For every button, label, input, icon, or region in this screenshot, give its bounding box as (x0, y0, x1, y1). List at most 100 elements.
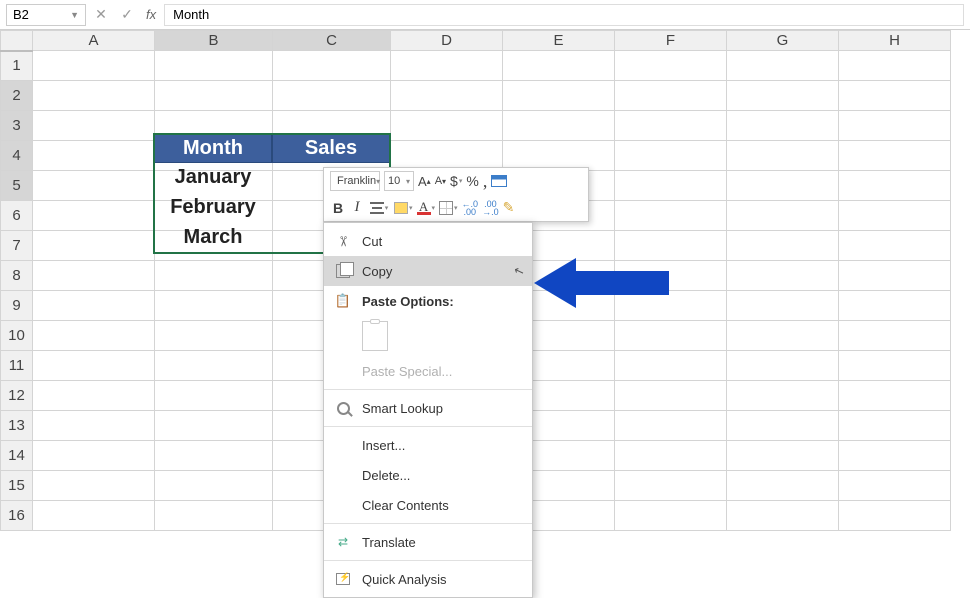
cell[interactable] (615, 81, 727, 111)
cell[interactable] (615, 381, 727, 411)
fx-icon[interactable]: fx (146, 7, 156, 22)
borders-button[interactable]: ▾ (439, 198, 458, 218)
cell[interactable] (33, 141, 155, 171)
cell[interactable] (839, 291, 951, 321)
cell[interactable] (615, 351, 727, 381)
formula-input[interactable]: Month (164, 4, 964, 26)
cell[interactable] (33, 81, 155, 111)
cell[interactable] (839, 381, 951, 411)
cell[interactable] (727, 381, 839, 411)
cell[interactable] (839, 81, 951, 111)
row-head-1[interactable]: 1 (1, 51, 33, 81)
cell[interactable] (503, 111, 615, 141)
cell[interactable] (33, 171, 155, 201)
table-cell-month-1[interactable]: January (154, 163, 272, 192)
menu-item-quick-analysis[interactable]: Quick Analysis (324, 564, 532, 594)
format-painter-button[interactable]: ✎ (503, 198, 515, 218)
col-head-g[interactable]: G (727, 31, 839, 51)
cell[interactable] (155, 471, 273, 501)
cell[interactable] (839, 321, 951, 351)
menu-item-translate[interactable]: ⇄ Translate (324, 527, 532, 557)
cell[interactable] (727, 171, 839, 201)
cell[interactable] (33, 411, 155, 441)
cancel-formula-button[interactable]: ✕ (90, 4, 112, 26)
row-head-13[interactable]: 13 (1, 411, 33, 441)
row-head-7[interactable]: 7 (1, 231, 33, 261)
menu-item-paste-special[interactable]: Paste Special... (324, 356, 532, 386)
table-header-month[interactable]: Month (154, 134, 272, 163)
font-color-button[interactable]: A▾ (417, 198, 436, 218)
shrink-font-button[interactable]: A▾ (435, 171, 446, 191)
cell[interactable] (155, 81, 273, 111)
cell[interactable] (155, 441, 273, 471)
percent-button[interactable]: % (466, 171, 478, 191)
currency-button[interactable]: $▾ (450, 171, 462, 191)
cell[interactable] (727, 501, 839, 531)
font-size-select[interactable]: 10 ▾ (384, 171, 414, 191)
col-head-c[interactable]: C (273, 31, 391, 51)
cell[interactable] (503, 141, 615, 171)
select-all-corner[interactable] (1, 31, 33, 51)
cell[interactable] (727, 231, 839, 261)
col-head-a[interactable]: A (33, 31, 155, 51)
comma-button[interactable]: , (483, 171, 488, 191)
cell[interactable] (615, 51, 727, 81)
cell[interactable] (727, 201, 839, 231)
table-cell-month-3[interactable]: March (154, 223, 272, 252)
menu-item-paste-default[interactable] (324, 316, 532, 356)
cell[interactable] (155, 351, 273, 381)
row-head-12[interactable]: 12 (1, 381, 33, 411)
col-head-d[interactable]: D (391, 31, 503, 51)
format-as-table-button[interactable] (491, 171, 507, 191)
cell[interactable] (33, 261, 155, 291)
cell[interactable] (33, 321, 155, 351)
chevron-down-icon[interactable]: ▼ (70, 10, 79, 20)
cell[interactable] (33, 501, 155, 531)
row-head-6[interactable]: 6 (1, 201, 33, 231)
table-cell-month-2[interactable]: February (154, 193, 272, 222)
cell[interactable] (503, 81, 615, 111)
cell[interactable] (503, 51, 615, 81)
row-head-9[interactable]: 9 (1, 291, 33, 321)
fill-color-button[interactable]: ▾ (394, 198, 413, 218)
cell[interactable] (727, 411, 839, 441)
menu-item-insert[interactable]: Insert... (324, 430, 532, 460)
cell[interactable] (839, 231, 951, 261)
cell[interactable] (839, 351, 951, 381)
accept-formula-button[interactable]: ✓ (116, 4, 138, 26)
menu-item-delete[interactable]: Delete... (324, 460, 532, 490)
cell[interactable] (33, 471, 155, 501)
cell[interactable] (155, 261, 273, 291)
cell[interactable] (615, 321, 727, 351)
align-center-button[interactable]: ▾ (368, 198, 390, 218)
cell[interactable] (615, 171, 727, 201)
cell[interactable] (33, 381, 155, 411)
grow-font-button[interactable]: A▴ (418, 171, 431, 191)
cell[interactable] (391, 111, 503, 141)
cell[interactable] (727, 291, 839, 321)
cell[interactable] (615, 201, 727, 231)
cell[interactable] (273, 51, 391, 81)
italic-button[interactable]: I (350, 198, 364, 218)
cell[interactable] (33, 111, 155, 141)
cell[interactable] (615, 441, 727, 471)
menu-item-cut[interactable]: ✂ Cut (324, 226, 532, 256)
cell[interactable] (727, 321, 839, 351)
font-name-select[interactable]: Franklin ▾ (330, 171, 380, 191)
col-head-e[interactable]: E (503, 31, 615, 51)
cell[interactable] (839, 501, 951, 531)
row-head-2[interactable]: 2 (1, 81, 33, 111)
cell[interactable] (391, 81, 503, 111)
cell[interactable] (33, 231, 155, 261)
cell[interactable] (615, 111, 727, 141)
col-head-b[interactable]: B (155, 31, 273, 51)
cell[interactable] (155, 381, 273, 411)
cell[interactable] (727, 261, 839, 291)
cell[interactable] (615, 291, 727, 321)
cell[interactable] (839, 261, 951, 291)
cell[interactable] (727, 441, 839, 471)
row-head-3[interactable]: 3 (1, 111, 33, 141)
cell[interactable] (727, 471, 839, 501)
cell[interactable] (839, 141, 951, 171)
cell[interactable] (727, 111, 839, 141)
